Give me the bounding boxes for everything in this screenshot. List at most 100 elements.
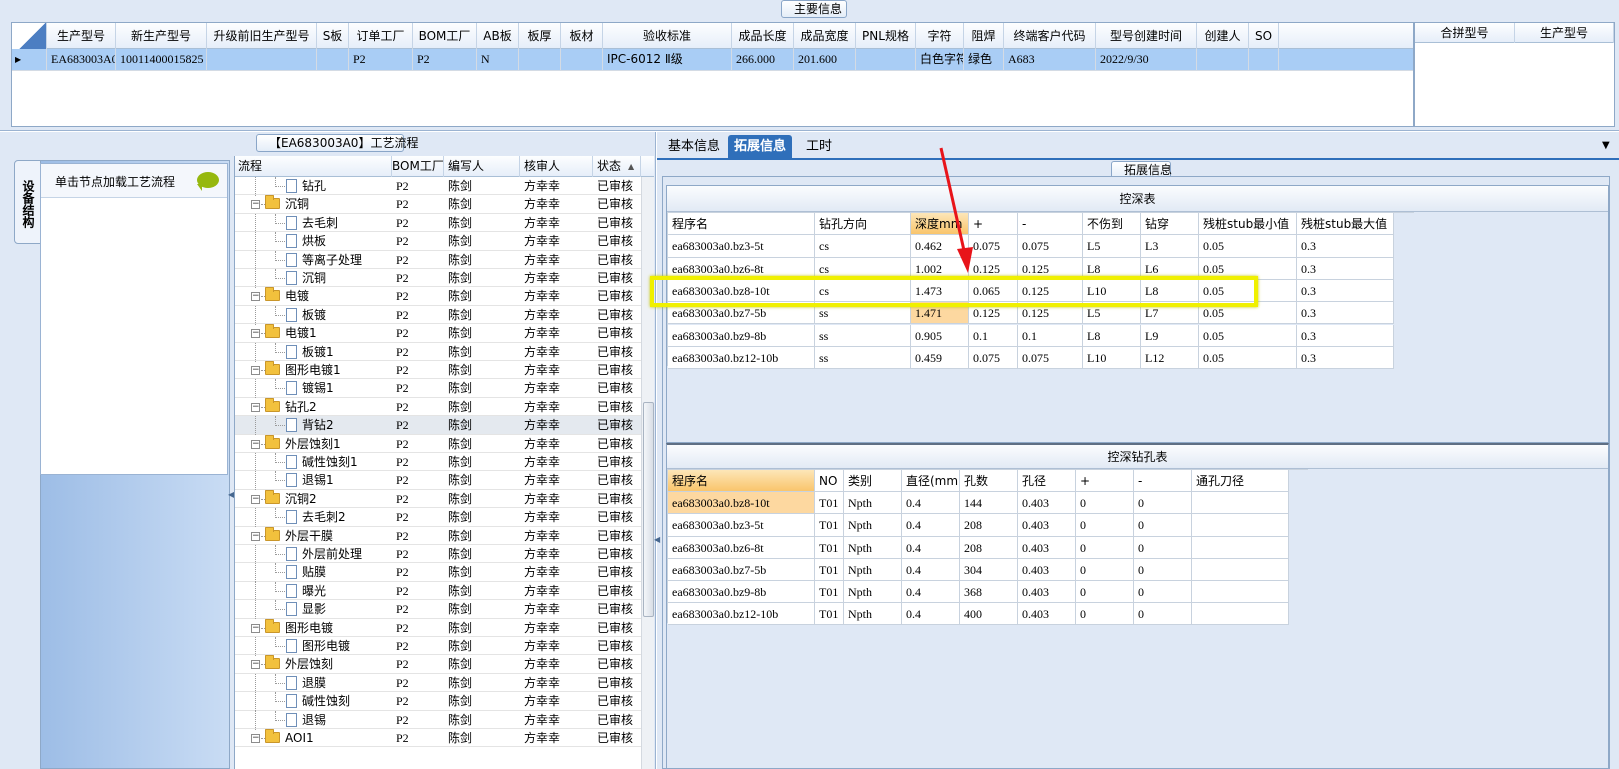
table-col-header[interactable]: 孔径 [1018,470,1076,493]
table-cell[interactable]: 0.403 [1018,492,1076,515]
table-col-header[interactable]: 不伤到 [1083,213,1141,236]
collapse-icon[interactable]: − [251,329,260,339]
table-cell[interactable]: 0 [1076,536,1134,559]
tab-extended-info[interactable]: 拓展信息 [728,135,793,159]
table-cell[interactable]: 0.075 [969,235,1018,258]
main-col-header[interactable]: SO [1249,23,1279,49]
table-cell[interactable]: 0.3 [1297,257,1394,280]
main-cell[interactable]: P2 [349,49,413,70]
main-col-header[interactable]: BOM工厂 [413,23,477,49]
table-col-header[interactable]: 直径(mm) [902,470,960,493]
table-cell[interactable]: L9 [1141,324,1199,347]
table-cell[interactable]: 208 [960,514,1018,537]
table-cell[interactable]: 0 [1134,536,1192,559]
table-cell[interactable]: L3 [1141,235,1199,258]
table-col-header[interactable]: - [1018,213,1083,236]
table-cell[interactable]: 0.403 [1018,514,1076,537]
table-col-header[interactable]: 通孔刀径 [1192,470,1289,493]
table-col-header[interactable]: 残桩stub最小值 [1199,213,1297,236]
main-cell[interactable] [317,49,349,70]
tree-step-row[interactable]: 碱性蚀刻1 P2 陈剑 方幸幸 已审核 [235,453,641,472]
table-cell[interactable]: 0.403 [1018,603,1076,626]
table-cell[interactable]: 0.4 [902,536,960,559]
table-cell[interactable]: 0.4 [902,558,960,581]
table-cell[interactable]: 0.403 [1018,558,1076,581]
table-cell[interactable]: 0.1 [1018,324,1083,347]
main-col-header[interactable]: 验收标准 [603,23,732,49]
main-cell[interactable] [519,49,561,70]
tree-step-row[interactable]: 退锡 P2 陈剑 方幸幸 已审核 [235,710,641,730]
main-cell[interactable] [1197,49,1249,70]
table-cell[interactable]: 0.3 [1297,235,1394,258]
tree-scrollbar[interactable] [641,177,654,769]
table-cell[interactable]: ea683003a0.bz3-5t [668,235,815,258]
main-col-header[interactable]: 板材 [561,23,603,49]
table-cell[interactable]: Npth [844,581,902,604]
tree-group-row[interactable]: − 图形电镀 P2 陈剑 方幸幸 已审核 [235,618,641,637]
table-cell[interactable]: 0.403 [1018,581,1076,604]
main-cell[interactable]: A683 [1004,49,1096,70]
table-col-header[interactable]: 孔数 [960,470,1018,493]
tree-group-row[interactable]: − 图形电镀1 P2 陈剑 方幸幸 已审核 [235,361,641,380]
collapse-icon[interactable]: − [251,402,260,412]
main-cell[interactable]: 266.000 [732,49,794,70]
table-cell[interactable]: ea683003a0.bz12-10b [668,603,815,626]
collapse-icon[interactable]: − [251,623,260,633]
tree-group-row[interactable]: − 沉铜 P2 陈剑 方幸幸 已审核 [235,195,641,214]
main-col-header[interactable]: 终端客户代码 [1004,23,1096,49]
table-col-header[interactable]: + [1076,470,1134,493]
collapse-icon[interactable]: − [251,734,260,743]
table-col-header[interactable]: 钻孔方向 [815,213,911,236]
main-cell[interactable]: 绿色 [964,49,1004,70]
main-cell[interactable] [561,49,603,70]
table-cell[interactable]: 0 [1076,558,1134,581]
table-cell[interactable] [1192,536,1289,559]
collapse-icon[interactable]: − [251,366,260,375]
tree-step-row[interactable]: 板镀 P2 陈剑 方幸幸 已审核 [235,305,641,325]
table-cell[interactable]: 368 [960,581,1018,604]
col-header-flow[interactable]: 流程 [235,156,392,177]
merge-col-header[interactable]: 合拼型号 [1415,23,1515,43]
tree-group-row[interactable]: − 外层蚀刻1 P2 陈剑 方幸幸 已审核 [235,434,641,453]
main-cell[interactable]: EA683003A0 [47,49,116,70]
main-col-header[interactable]: 成品宽度 [794,23,856,49]
tree-step-row[interactable]: 贴膜 P2 陈剑 方幸幸 已审核 [235,563,641,583]
side-tab-equipment[interactable]: 设备结构 [14,160,41,244]
tab-basic-info[interactable]: 基本信息 [662,135,726,159]
main-cell[interactable]: P2 [413,49,477,70]
tree-group-row[interactable]: − AOI1 P2 陈剑 方幸幸 已审核 [235,729,641,748]
main-col-header[interactable]: PNL规格 [856,23,916,49]
table-col-header[interactable]: + [969,213,1018,236]
table-col-header[interactable]: 残桩stub最大值 [1297,213,1394,236]
main-cell[interactable]: 201.600 [794,49,856,70]
table-cell[interactable]: 144 [960,492,1018,515]
main-col-header[interactable]: 成品长度 [732,23,794,49]
table-cell[interactable]: L12 [1141,346,1199,370]
main-cell[interactable]: 2022/9/30 [1096,49,1197,70]
main-col-header[interactable]: 字符 [916,23,964,49]
table-col-header[interactable]: - [1134,470,1192,493]
main-col-header[interactable]: 板厚 [519,23,561,49]
table-cell[interactable]: L5 [1083,235,1141,258]
table-col-header[interactable]: 类别 [844,470,902,493]
table-cell[interactable]: 0 [1076,603,1134,626]
table-cell[interactable]: 400 [960,603,1018,626]
tree-step-row[interactable]: 去毛刺 P2 陈剑 方幸幸 已审核 [235,213,641,233]
collapse-icon[interactable]: − [251,494,260,504]
table-cell[interactable]: T01 [815,581,844,604]
table-cell[interactable]: ea683003a0.bz3-5t [668,514,815,537]
main-col-header[interactable]: 生产型号 [47,23,116,49]
tree-step-row[interactable]: 显影 P2 陈剑 方幸幸 已审核 [235,600,641,620]
table-cell[interactable] [1192,603,1289,626]
table-cell[interactable]: 0.1 [969,324,1018,347]
table-col-header[interactable]: NO [815,470,844,493]
table-cell[interactable]: Npth [844,492,902,515]
table-cell[interactable]: ea683003a0.bz12-10b [668,346,815,370]
table-cell[interactable]: 0.403 [1018,536,1076,559]
tree-step-row[interactable]: 烘板 P2 陈剑 方幸幸 已审核 [235,232,641,252]
main-col-header[interactable]: 创建人 [1197,23,1249,49]
main-cell[interactable]: IPC-6012 Ⅱ级 [603,49,732,70]
tree-step-row[interactable]: 钻孔 P2 陈剑 方幸幸 已审核 [235,177,641,196]
table-cell[interactable]: 0 [1076,581,1134,604]
table-col-header[interactable]: 程序名 [668,213,815,236]
